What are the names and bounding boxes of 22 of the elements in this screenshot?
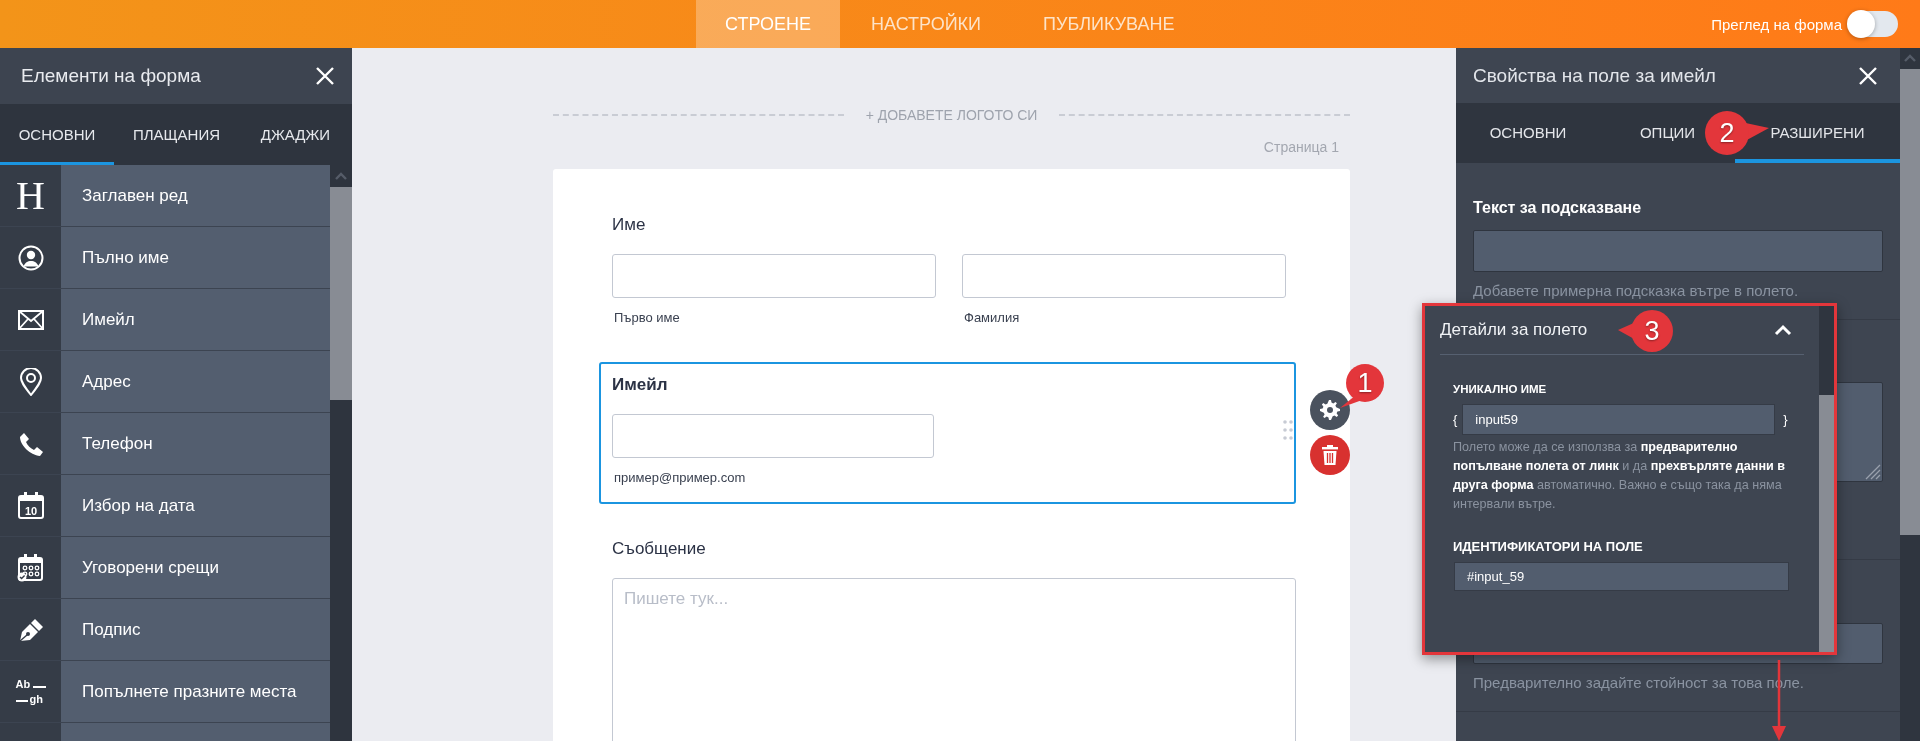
brace-text: { bbox=[1453, 412, 1458, 427]
field-heading: ИДЕНТИФИКАТОРИ НА ПОЛЕ bbox=[1453, 540, 1644, 554]
step-tooltip: 2 bbox=[1703, 109, 1771, 157]
brace-text: } bbox=[1783, 412, 1788, 427]
page-label: Страница 1 bbox=[1263, 139, 1339, 155]
field-label: Съобщение bbox=[612, 538, 707, 560]
field-heading: УНИКАЛНО ИМЕ bbox=[1453, 382, 1548, 396]
help-text: Добавете примерна подсказка вътре в полето. bbox=[1473, 282, 1800, 300]
section-title: Детайли за полето bbox=[1440, 320, 1588, 340]
panel-title: Елементи на форма bbox=[21, 65, 201, 87]
calendar-icon: 10 bbox=[17, 492, 44, 519]
panel-title: Свойства на поле за имейл bbox=[1473, 64, 1716, 87]
section-label: Текст за подсказване bbox=[1473, 198, 1643, 218]
field-label: Име bbox=[612, 214, 647, 236]
toggle-label: Преглед на форма bbox=[1711, 15, 1842, 33]
field-sublabel: Фамилия bbox=[963, 310, 1021, 326]
step-tooltip: 3 bbox=[1616, 308, 1674, 354]
field-sublabel: Първо име bbox=[613, 310, 681, 326]
field-sublabel: пример@пример.com bbox=[613, 470, 747, 486]
heading-icon: H bbox=[16, 175, 45, 216]
help-text: Полето може да се използва за предварително попълване полета от линк и да прехвърляте данни в друга форма автоматично. Важно е също така да няма интервали вътре. bbox=[1453, 439, 1787, 513]
field-label: Имейл bbox=[612, 374, 669, 396]
